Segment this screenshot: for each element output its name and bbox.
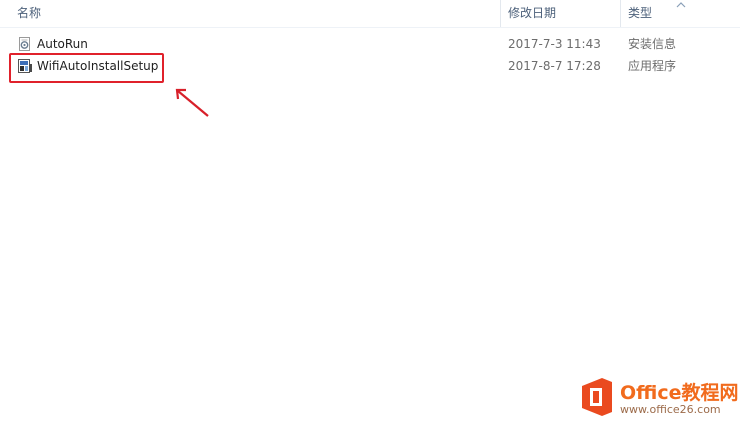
column-divider[interactable] [620,0,621,27]
column-header-date[interactable]: 修改日期 [508,0,556,27]
file-row-autorun[interactable]: AutoRun 2017-7-3 11:43 安装信息 [10,34,730,54]
file-type: 安装信息 [628,37,677,51]
file-date: 2017-7-3 11:43 [508,37,601,51]
watermark-brand: Office教程网 [620,382,739,404]
watermark: Office教程网 www.office26.com [572,374,740,426]
highlight-box [9,53,164,83]
file-type: 应用程序 [628,59,677,73]
file-date: 2017-8-7 17:28 [508,59,601,73]
sort-ascending-icon[interactable] [676,1,686,8]
office-logo-icon [582,378,612,416]
column-header-bar: 名称 修改日期 类型 [0,0,740,28]
column-header-type[interactable]: 类型 [628,0,652,27]
annotation-arrow-icon [175,88,209,117]
watermark-url: www.office26.com [620,403,721,416]
settings-file-icon [19,37,30,51]
column-header-name[interactable]: 名称 [17,0,41,27]
column-divider[interactable] [500,0,501,27]
file-name: AutoRun [37,37,88,51]
